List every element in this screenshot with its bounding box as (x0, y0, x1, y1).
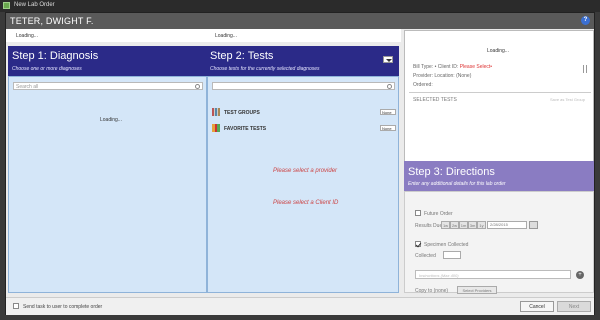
footer-bar: Send task to user to complete order Canc… (6, 297, 594, 315)
diagnosis-search-input[interactable]: Search all (13, 82, 203, 90)
selected-tests-heading: SELECTED TESTS (413, 97, 457, 103)
patient-name: TETER, DWIGHT F. (10, 16, 94, 26)
collected-label: Collected (415, 253, 436, 259)
select-provider-message: Please select a provider (273, 168, 338, 174)
copy-to-label: Copy to (none) (415, 288, 449, 294)
window-title: New Lab Order (14, 2, 55, 8)
next-button[interactable]: Next (557, 301, 591, 312)
results-1w-button[interactable]: 1w (441, 221, 450, 229)
provider-label: Provider: (413, 73, 434, 79)
calendar-icon[interactable] (529, 221, 538, 229)
step3-subtitle: Enter any additional details for this la… (408, 181, 506, 187)
diagnosis-loading: Loading... (100, 117, 122, 123)
loading-bar: Loading... Loading... (6, 29, 401, 42)
select-client-message: Please select a Client ID (273, 200, 339, 206)
save-test-group-link[interactable]: Save as Test Group (550, 97, 585, 102)
test-groups-row[interactable]: TEST GROUPS None (212, 108, 396, 117)
loading-right: Loading... (215, 33, 237, 39)
search-icon[interactable] (195, 84, 200, 89)
cancel-button[interactable]: Cancel (520, 301, 554, 312)
divider (409, 92, 591, 93)
step1-header: Step 1: Diagnosis Choose one or more dia… (8, 46, 207, 76)
future-order-checkbox[interactable] (415, 210, 421, 216)
specimen-collected-checkbox[interactable] (415, 241, 421, 247)
instructions-input[interactable]: Instructions (Max 400) (415, 270, 571, 279)
select-providers-button[interactable]: Select Providers (457, 286, 497, 294)
provider-line: Provider: Location: (None) (413, 73, 471, 79)
step3-title: Step 3: Directions (408, 166, 495, 178)
search-placeholder: Search all (16, 84, 39, 90)
step2-menu-dropdown[interactable] (383, 56, 393, 63)
results-2w-button[interactable]: 2w (450, 221, 459, 229)
ordered-line: Ordered: (413, 82, 433, 88)
send-task-label: Send task to user to complete order (23, 304, 103, 310)
test-groups-label: TEST GROUPS (224, 110, 260, 116)
test-groups-select[interactable]: None (380, 109, 396, 115)
step1-title: Step 1: Diagnosis (12, 50, 99, 62)
results-3m-button[interactable]: 3m (468, 221, 477, 229)
lab-order-window: TETER, DWIGHT F. ? Loading... Loading...… (5, 12, 595, 315)
results-due-date-input[interactable]: 2/28/2015 (487, 221, 527, 229)
instructions-placeholder: Instructions (Max 400) (419, 273, 459, 278)
favorite-tests-row[interactable]: FAVORITE TESTS None (212, 124, 396, 133)
favorite-tests-icon (212, 124, 220, 132)
favorite-tests-label: FAVORITE TESTS (224, 126, 267, 132)
results-1y-button[interactable]: 1y (477, 221, 486, 229)
location-value: (None) (456, 73, 472, 79)
bill-type-label: Bill Type: (413, 64, 434, 70)
step2-subtitle: Choose tests for the currently selected … (210, 66, 320, 72)
step2-header: Step 2: Tests Choose tests for the curre… (206, 46, 399, 76)
step3-body: Future Order Results Due 1w 2w 1m 3m 1y … (404, 191, 594, 294)
step2-body: TEST GROUPS None FAVORITE TESTS None Ple… (207, 76, 399, 293)
window-titlebar: New Lab Order (0, 0, 600, 12)
search-icon[interactable] (387, 84, 392, 89)
client-id-select[interactable]: Please Select• (460, 64, 492, 70)
app-icon (3, 2, 10, 9)
results-1m-button[interactable]: 1m (459, 221, 468, 229)
summary-loading: Loading... (487, 48, 509, 54)
test-groups-icon (212, 108, 220, 116)
ordered-label: Ordered: (413, 82, 433, 88)
help-icon[interactable]: ? (581, 16, 590, 25)
bill-type-select[interactable]: • (435, 64, 437, 70)
order-summary-panel: Loading... Bill Type: • Client ID: Pleas… (404, 30, 594, 165)
tests-search-input[interactable] (212, 82, 395, 90)
step1-body: Search all Loading... (8, 76, 207, 293)
patient-header: TETER, DWIGHT F. ? (6, 13, 594, 29)
step2-title: Step 2: Tests (210, 50, 274, 62)
future-order-label: Future Order (424, 211, 453, 217)
bill-type-line: Bill Type: • Client ID: Please Select• (413, 64, 492, 70)
results-due-label: Results Due (415, 223, 443, 229)
step1-subtitle: Choose one or more diagnoses (12, 66, 82, 72)
location-label: Location: (434, 73, 455, 79)
scroll-arrows-icon[interactable] (583, 65, 587, 73)
add-instruction-icon[interactable]: + (576, 271, 584, 279)
step3-header: Step 3: Directions Enter any additional … (404, 161, 594, 191)
favorite-tests-select[interactable]: None (380, 125, 396, 131)
specimen-collected-label: Specimen Collected (424, 242, 469, 248)
send-task-checkbox[interactable] (13, 303, 19, 309)
collected-time-input[interactable] (443, 251, 461, 259)
loading-left: Loading... (16, 33, 38, 39)
client-id-label: Client ID: (437, 64, 459, 70)
